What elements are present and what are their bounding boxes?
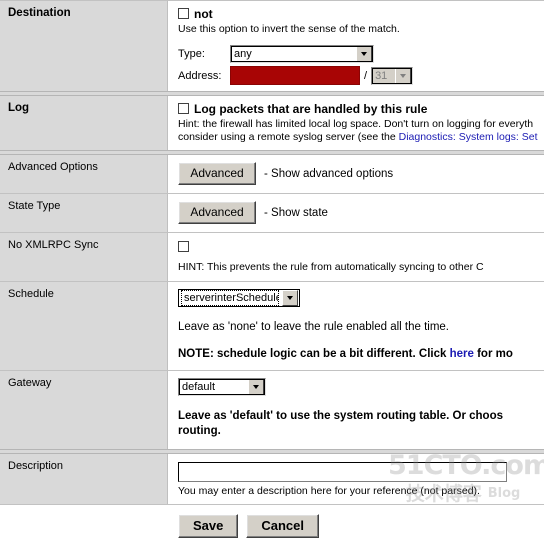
label-no-xmlrpc-sync: No XMLRPC Sync [0, 233, 168, 281]
log-checkbox-line: Log packets that are handled by this rul… [178, 102, 544, 116]
destination-address-slash: / [364, 69, 368, 82]
row-description: Description You may enter a description … [0, 454, 544, 504]
gateway-select[interactable]: default [178, 378, 266, 396]
show-advanced-options-button[interactable]: Advanced [178, 162, 256, 185]
label-destination: Destination [0, 1, 168, 91]
field-gateway: default Leave as 'default' to use the sy… [168, 371, 544, 449]
chevron-down-icon [248, 379, 264, 395]
label-log: Log [0, 96, 168, 150]
field-log: Log packets that are handled by this rul… [168, 96, 544, 150]
log-hint-line1: Hint: the firewall has limited local log… [178, 118, 534, 130]
schedule-note: NOTE: schedule logic can be a bit differ… [178, 347, 544, 362]
destination-address-label: Address: [178, 69, 222, 82]
destination-not-label: not [194, 7, 213, 21]
cancel-button[interactable]: Cancel [246, 514, 320, 538]
schedule-here-link[interactable]: here [450, 348, 474, 360]
log-packets-label: Log packets that are handled by this rul… [194, 102, 428, 116]
no-xmlrpc-sync-checkbox[interactable] [178, 241, 189, 252]
label-gateway: Gateway [0, 371, 168, 449]
destination-type-label: Type: [178, 48, 205, 60]
schedule-hint: Leave as 'none' to leave the rule enable… [178, 321, 449, 333]
field-state-type: Advanced - Show state [168, 194, 544, 232]
destination-mask-select[interactable]: 31 [371, 66, 414, 85]
log-packets-checkbox[interactable] [178, 103, 189, 114]
field-description: You may enter a description here for you… [168, 454, 544, 504]
field-advanced-options: Advanced - Show advanced options [168, 155, 544, 193]
destination-type-row: Type: any [178, 45, 544, 63]
show-state-button[interactable]: Advanced [178, 201, 256, 224]
save-button[interactable]: Save [178, 514, 239, 538]
destination-not-checkbox[interactable] [178, 8, 189, 19]
gateway-note-line1: Leave as 'default' to use the system rou… [178, 410, 503, 422]
destination-not-hint: Use this option to invert the sense of t… [178, 23, 400, 35]
row-gateway: Gateway default Leave as 'default' to us… [0, 371, 544, 449]
field-destination: not Use this option to invert the sense … [168, 1, 544, 91]
row-advanced-options: Advanced Options Advanced - Show advanced… [0, 155, 544, 193]
destination-type-value: any [234, 48, 252, 60]
chevron-down-icon [395, 67, 412, 84]
state-type-after-text: - Show state [264, 207, 328, 219]
chevron-down-icon [282, 290, 298, 306]
advanced-options-after-text: - Show advanced options [264, 168, 394, 180]
row-no-xmlrpc-sync: No XMLRPC Sync HINT: This prevents the r… [0, 233, 544, 281]
xmlrpc-checkbox-line [178, 241, 544, 254]
form-button-bar: Save Cancel [0, 505, 544, 538]
schedule-note-post: for mo [473, 348, 513, 360]
chevron-down-icon [356, 46, 372, 62]
label-description: Description [0, 454, 168, 504]
destination-not-line: not [178, 7, 544, 21]
description-hint: You may enter a description here for you… [178, 485, 480, 497]
gateway-select-value: default [182, 381, 216, 393]
description-input[interactable] [178, 462, 507, 482]
schedule-note-pre: NOTE: schedule logic can be a bit differ… [178, 348, 450, 360]
destination-mask-value: 31 [375, 69, 388, 82]
destination-type-select[interactable]: any [230, 45, 374, 63]
system-logs-link[interactable]: Diagnostics: System logs: Set [399, 131, 538, 143]
firewall-rule-edit-form: Destination not Use this option to inver… [0, 0, 544, 538]
gateway-note-line2: routing. [178, 425, 221, 437]
label-schedule: Schedule [0, 282, 168, 370]
schedule-select-value: serverinterSchedule [181, 290, 279, 306]
row-state-type: State Type Advanced - Show state [0, 194, 544, 232]
row-destination: Destination not Use this option to inver… [0, 1, 544, 91]
schedule-select[interactable]: serverinterSchedule [178, 289, 300, 307]
log-hint-line2-pre: consider using a remote syslog server (s… [178, 131, 399, 143]
label-advanced-options: Advanced Options [0, 155, 168, 193]
field-schedule: serverinterSchedule Leave as 'none' to l… [168, 282, 544, 370]
destination-address-row: Address: / 31 [178, 66, 544, 85]
xmlrpc-hint: HINT: This prevents the rule from automa… [178, 261, 484, 273]
row-schedule: Schedule serverinterSchedule Leave as 'n… [0, 282, 544, 370]
destination-address-input[interactable] [230, 66, 360, 85]
log-hint-line2: consider using a remote syslog server (s… [178, 131, 544, 144]
row-log: Log Log packets that are handled by this… [0, 96, 544, 150]
field-no-xmlrpc-sync: HINT: This prevents the rule from automa… [168, 233, 544, 281]
label-state-type: State Type [0, 194, 168, 232]
